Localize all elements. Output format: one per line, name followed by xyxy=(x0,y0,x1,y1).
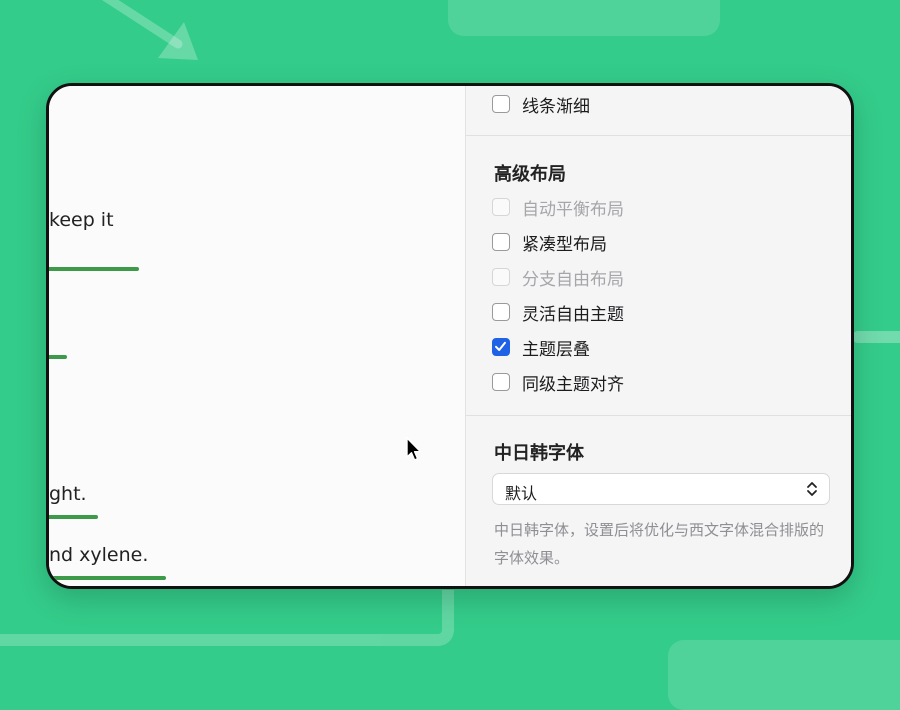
editor-text-line: ght. xyxy=(49,483,87,505)
editor-underline xyxy=(49,267,139,271)
background-shape-bottom xyxy=(668,640,900,710)
editor-text-line: keep it xyxy=(49,209,114,231)
checkbox-box[interactable] xyxy=(492,95,510,113)
editor-text-line: nd xylene. xyxy=(49,544,149,566)
checkbox-flexible-floating-topic[interactable]: 灵活自由主题 xyxy=(492,300,624,325)
checkbox-free-branch-layout: 分支自由布局 xyxy=(492,265,624,290)
checkmark-icon xyxy=(495,341,506,351)
checkbox-label: 分支自由布局 xyxy=(522,269,624,290)
checkbox-box[interactable] xyxy=(492,303,510,321)
editor-underline xyxy=(49,576,166,580)
checkbox-box[interactable] xyxy=(492,373,510,391)
background-connector-line xyxy=(0,590,454,646)
select-value: 默认 xyxy=(505,484,538,503)
background-arrow-icon xyxy=(101,0,198,60)
checkbox-topic-overlap[interactable]: 主题层叠 xyxy=(492,335,590,360)
checkbox-label: 主题层叠 xyxy=(522,339,590,360)
checkbox-label: 自动平衡布局 xyxy=(522,199,624,220)
checkbox-label: 同级主题对齐 xyxy=(522,374,624,395)
checkbox-box xyxy=(492,198,510,216)
background-shape-top xyxy=(448,0,720,36)
section-title-cjk-font: 中日韩字体 xyxy=(494,443,584,464)
checkbox-compact-layout[interactable]: 紧凑型布局 xyxy=(492,230,607,255)
checkbox-box[interactable] xyxy=(492,338,510,356)
checkbox-auto-balance-layout: 自动平衡布局 xyxy=(492,195,624,220)
checkbox-label: 紧凑型布局 xyxy=(522,234,607,255)
background-connector-stub xyxy=(852,331,900,343)
checkbox-align-sibling-topics[interactable]: 同级主题对齐 xyxy=(492,370,624,395)
section-title-advanced-layout: 高级布局 xyxy=(494,164,566,185)
checkbox-label: 线条渐细 xyxy=(522,96,590,117)
editor-underline xyxy=(49,355,67,359)
settings-panel: 线条渐细 高级布局 自动平衡布局 紧凑型布局 分支自由布局 灵活自由主题 主题层… xyxy=(465,86,851,586)
editor-canvas[interactable]: keep it ght. nd xylene. xyxy=(49,86,465,586)
checkbox-label: 灵活自由主题 xyxy=(522,304,624,325)
cjk-font-select[interactable]: 默认 xyxy=(492,473,830,505)
mouse-pointer-icon xyxy=(406,437,422,461)
app-window: keep it ght. nd xylene. 线条渐细 高级布局 自动平衡布局… xyxy=(46,83,854,589)
cjk-font-help-text: 中日韩字体，设置后将优化与西文字体混合排版的字体效果。 xyxy=(494,521,825,567)
editor-underline xyxy=(49,515,98,519)
checkbox-taper-lines[interactable]: 线条渐细 xyxy=(492,92,590,117)
chevron-updown-icon xyxy=(807,482,817,496)
checkbox-box xyxy=(492,268,510,286)
checkbox-box[interactable] xyxy=(492,233,510,251)
section-divider xyxy=(466,135,851,136)
section-divider xyxy=(466,415,851,416)
